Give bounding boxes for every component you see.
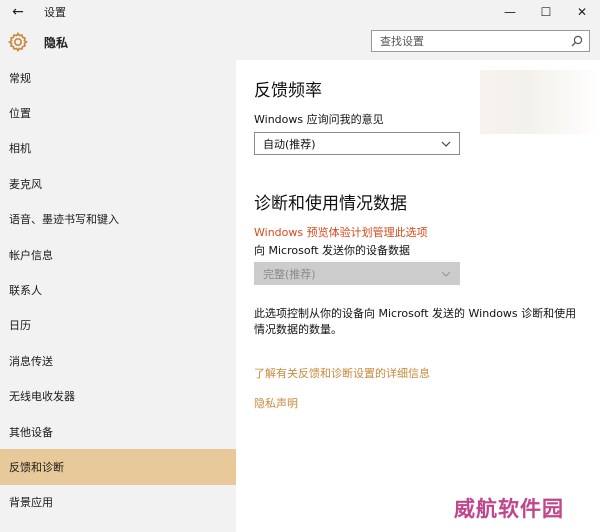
search-icon[interactable]	[570, 34, 584, 48]
privacy-statement-link[interactable]: 隐私声明	[254, 395, 298, 411]
sidebar-item-speech-inking-typing[interactable]: 语音、墨迹书写和键入	[0, 202, 236, 237]
maximize-button[interactable]: ☐	[528, 0, 564, 24]
sidebar-item-messaging[interactable]: 消息传送	[0, 343, 236, 378]
sidebar-item-feedback-diagnostics[interactable]: 反馈和诊断	[0, 449, 236, 485]
page-title: 隐私	[44, 36, 69, 50]
close-icon: ✕	[576, 5, 588, 19]
sidebar-item-microphone[interactable]: 麦克风	[0, 166, 236, 201]
diagnostics-label: 向 Microsoft 发送你的设备数据	[254, 244, 411, 257]
close-button[interactable]: ✕	[564, 0, 600, 24]
sidebar-item-account-info[interactable]: 帐户信息	[0, 237, 236, 272]
gear-icon	[8, 32, 28, 52]
back-arrow-icon: ←	[12, 4, 24, 20]
chevron-down-icon	[441, 141, 451, 147]
learn-more-link[interactable]: 了解有关反馈和诊断设置的详细信息	[254, 365, 430, 381]
minimize-icon: —	[504, 5, 516, 19]
managed-notice: Windows 预览体验计划管理此选项	[254, 226, 428, 239]
feedback-frequency-value: 自动(推荐)	[263, 137, 316, 151]
sidebar: 常规 位置 相机 麦克风 语音、墨迹书写和键入 帐户信息 联系人 日历 消息传送…	[0, 60, 236, 532]
sidebar-item-general[interactable]: 常规	[0, 60, 236, 95]
window-title: 设置	[44, 6, 66, 19]
search-input[interactable]	[372, 31, 562, 51]
sidebar-item-radios[interactable]: 无线电收发器	[0, 379, 236, 414]
diagnostics-description: 此选项控制从你的设备向 Microsoft 发送的 Windows 诊断和使用情…	[254, 307, 577, 336]
sidebar-item-background-apps[interactable]: 背景应用	[0, 485, 236, 520]
sidebar-item-other-devices[interactable]: 其他设备	[0, 414, 236, 449]
maximize-icon: ☐	[540, 5, 552, 19]
feedback-label: Windows 应询问我的意见	[254, 113, 384, 126]
watermark-logo: 威航软件园	[454, 496, 564, 521]
feedback-heading: 反馈频率	[254, 81, 322, 101]
sidebar-item-camera[interactable]: 相机	[0, 131, 236, 166]
settings-header: 隐私	[0, 24, 600, 60]
chevron-down-icon	[441, 271, 451, 277]
search-box[interactable]	[371, 30, 590, 52]
sidebar-item-location[interactable]: 位置	[0, 95, 236, 130]
minimize-button[interactable]: —	[492, 0, 528, 24]
sidebar-item-calendar[interactable]: 日历	[0, 308, 236, 343]
diagnostics-heading: 诊断和使用情况数据	[254, 194, 407, 214]
feedback-frequency-select[interactable]: 自动(推荐)	[254, 132, 460, 155]
window-controls: — ☐ ✕	[492, 0, 600, 24]
title-bar: ← 设置 — ☐ ✕	[0, 0, 600, 24]
back-button[interactable]: ←	[0, 0, 36, 24]
diagnostics-data-select: 完整(推荐)	[254, 262, 460, 285]
diagnostics-data-value: 完整(推荐)	[263, 267, 316, 281]
main-content: 反馈频率 Windows 应询问我的意见 自动(推荐) 诊断和使用情况数据 Wi…	[236, 60, 600, 532]
decorative-panel	[480, 70, 600, 134]
sidebar-item-contacts[interactable]: 联系人	[0, 272, 236, 307]
